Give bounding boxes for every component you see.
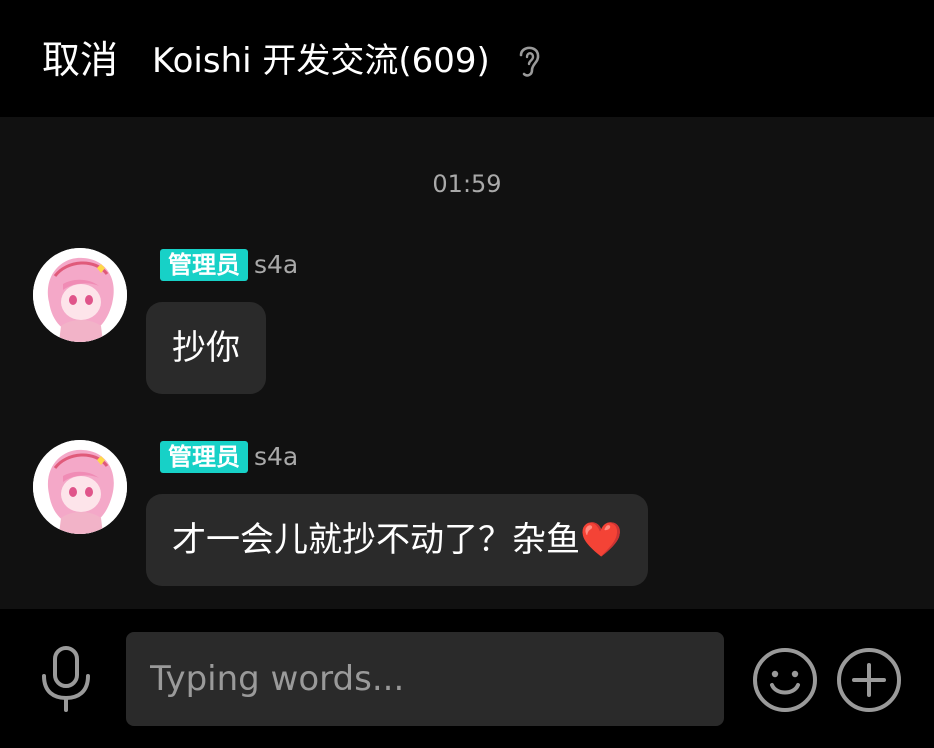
avatar-image <box>33 440 127 534</box>
message-meta: 管理员 s4a <box>160 440 298 474</box>
message-meta: 管理员 s4a <box>160 248 298 282</box>
emoji-icon[interactable] <box>752 647 818 713</box>
sender-name[interactable]: s4a <box>254 441 298 473</box>
ear-icon[interactable] <box>514 41 544 79</box>
plus-icon[interactable] <box>836 647 902 713</box>
role-badge: 管理员 <box>160 249 248 281</box>
microphone-icon[interactable] <box>38 646 94 712</box>
chat-title: Koishi 开发交流(609) <box>152 41 490 81</box>
role-badge: 管理员 <box>160 441 248 473</box>
top-bar: 取消 Koishi 开发交流(609) <box>0 0 934 117</box>
avatar-image <box>33 248 127 342</box>
avatar[interactable] <box>33 440 127 534</box>
message-bubble[interactable]: 抄你 <box>146 302 266 394</box>
message-input[interactable] <box>126 632 724 726</box>
sender-name[interactable]: s4a <box>254 249 298 281</box>
cancel-button[interactable]: 取消 <box>42 36 118 84</box>
message-bubble[interactable]: 才一会儿就抄不动了？杂鱼❤️ <box>146 494 649 586</box>
avatar[interactable] <box>33 248 127 342</box>
message-timestamp: 01:59 <box>432 170 502 198</box>
